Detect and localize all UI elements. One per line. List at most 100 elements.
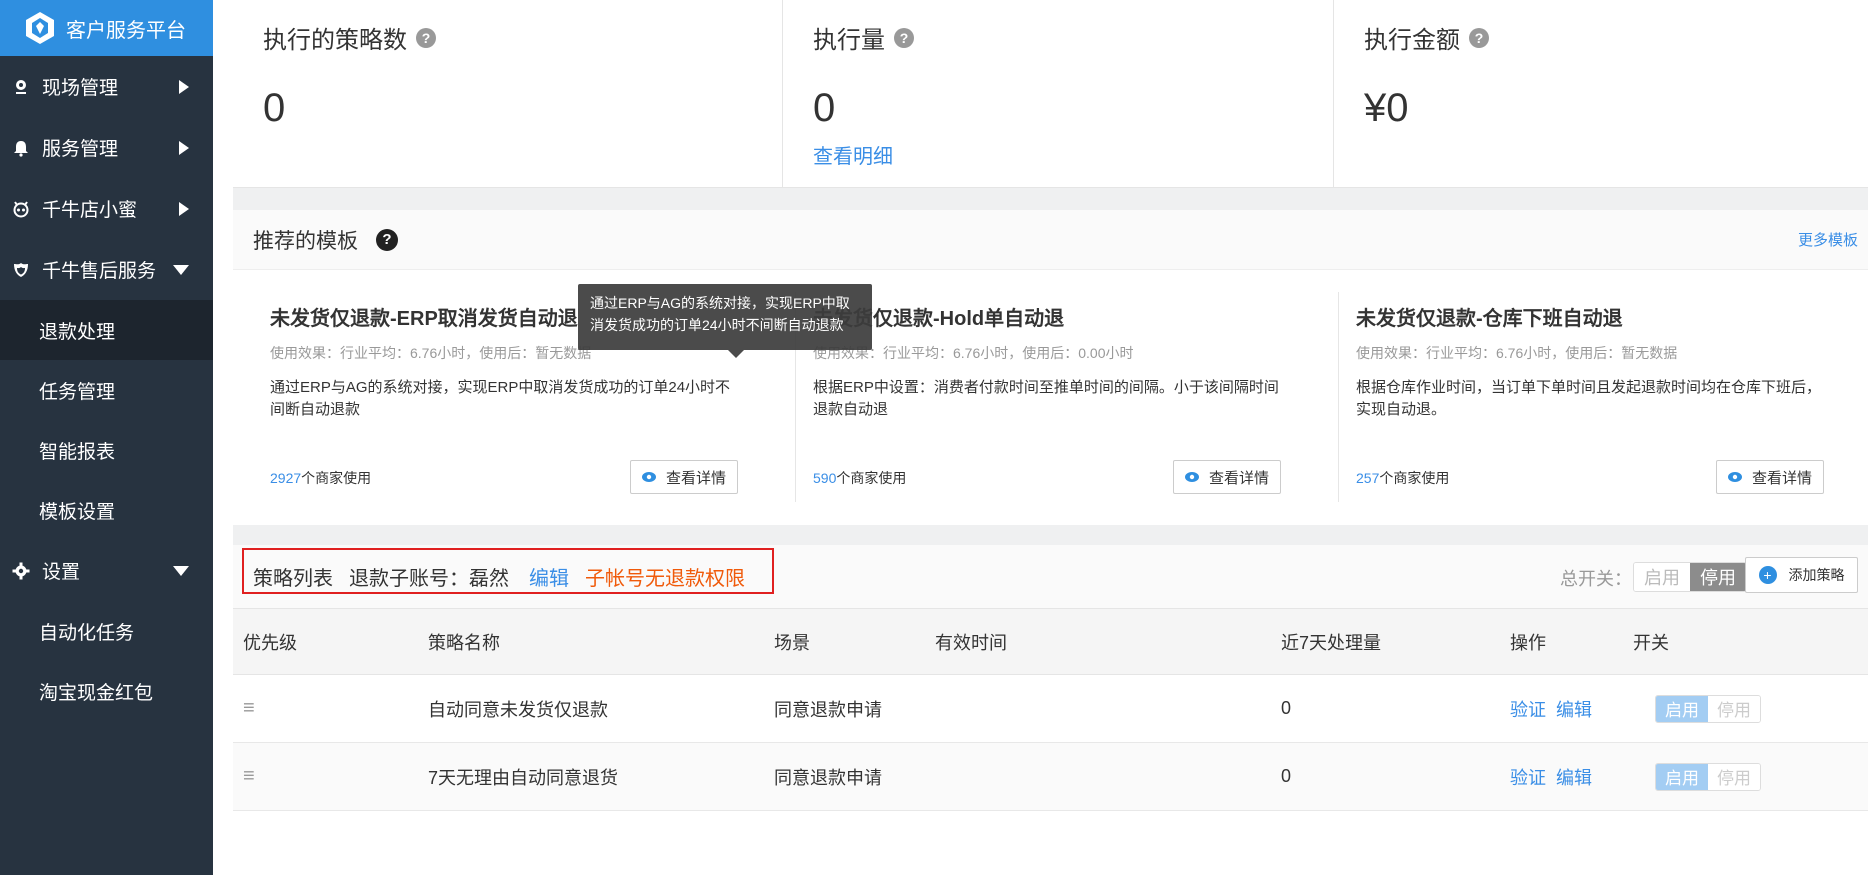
stat-title-wrap: 执行量? bbox=[813, 20, 914, 55]
sidebar-sub-label: 淘宝现金红包 bbox=[39, 682, 154, 704]
row-enable-option[interactable]: 启用 bbox=[1656, 763, 1708, 790]
gear-icon bbox=[12, 562, 30, 579]
user-count[interactable]: 2927 bbox=[270, 470, 301, 486]
row-switch[interactable]: 启用 停用 bbox=[1655, 694, 1761, 723]
plus-icon: + bbox=[1758, 566, 1777, 584]
caret-down-icon bbox=[173, 565, 189, 576]
more-templates-link[interactable]: 更多模板 bbox=[1798, 229, 1858, 250]
template-name: 未发货仅退款-仓库下班自动退 bbox=[1356, 308, 1623, 330]
eye-icon bbox=[1727, 472, 1742, 482]
verify-link[interactable]: 验证 bbox=[1510, 700, 1546, 720]
row-actions: 验证 编辑 bbox=[1510, 764, 1602, 790]
caret-down-icon bbox=[173, 264, 189, 275]
help-icon[interactable]: ? bbox=[894, 27, 914, 48]
template-card: 未发货仅退款-仓库下班自动退 使用效果：行业平均：6.76小时，使用后：暂无数据… bbox=[1338, 292, 1868, 512]
sidebar: 客户服务平台 现场管理 服务管理 千牛店小蜜 千牛售后服务 退款处理 任务管理 … bbox=[0, 0, 213, 875]
sidebar-item-redpacket[interactable]: 淘宝现金红包 bbox=[0, 661, 213, 721]
user-count[interactable]: 590 bbox=[813, 470, 836, 486]
stat-value: ¥0 bbox=[1364, 86, 1409, 130]
strategy-list: 策略列表 退款子账号：磊然 编辑 子帐号无退款权限 总开关： 启用 停用 + 添… bbox=[233, 545, 1868, 834]
row-switch[interactable]: 启用 停用 bbox=[1655, 762, 1761, 791]
add-strategy-label: 添加策略 bbox=[1788, 567, 1845, 583]
user-count[interactable]: 257 bbox=[1356, 470, 1379, 486]
stats-panel: 执行的策略数? 0 执行量? 0 查看明细 执行金额? ¥0 bbox=[233, 0, 1868, 188]
users-suffix: 个商家使用 bbox=[836, 470, 907, 486]
verify-link[interactable]: 验证 bbox=[1510, 768, 1546, 788]
recommended-templates: 推荐的模板 ? 更多模板 未发货仅退款-ERP取消发货自动退 使用效果：行业平均… bbox=[233, 210, 1868, 525]
master-enable-option[interactable]: 启用 bbox=[1634, 563, 1690, 591]
stat-title-wrap: 执行的策略数? bbox=[263, 20, 436, 55]
templates-header: 推荐的模板 ? 更多模板 bbox=[233, 210, 1868, 270]
drag-handle-icon[interactable]: ≡ bbox=[243, 697, 255, 720]
template-desc: 根据仓库作业时间，当订单下单时间且发起退款时间均在仓库下班后，实现自动退。 bbox=[1356, 379, 1822, 418]
strategy-list-header: 策略列表 退款子账号：磊然 编辑 子帐号无退款权限 总开关： 启用 停用 + 添… bbox=[233, 545, 1868, 609]
master-switch[interactable]: 启用 停用 bbox=[1633, 562, 1747, 592]
template-card: 未发货仅退款-Hold单自动退 使用效果：行业平均：6.76小时，使用后：0.0… bbox=[795, 292, 1333, 512]
row-actions: 验证 编辑 bbox=[1510, 696, 1602, 722]
view-details-button[interactable]: 查看详情 bbox=[1716, 460, 1824, 494]
master-switch-label: 总开关： bbox=[1560, 569, 1632, 589]
stat-value: 0 bbox=[813, 86, 836, 130]
templates-title: 推荐的模板 bbox=[253, 229, 358, 253]
view-details-button[interactable]: 查看详情 bbox=[630, 460, 738, 494]
sidebar-sub-label: 退款处理 bbox=[39, 321, 116, 343]
edit-link[interactable]: 编辑 bbox=[1556, 768, 1592, 788]
help-icon[interactable]: ? bbox=[376, 228, 398, 251]
template-users: 257个商家使用 bbox=[1356, 468, 1449, 488]
row-enable-option[interactable]: 启用 bbox=[1656, 695, 1708, 722]
edit-account-link[interactable]: 编辑 bbox=[529, 562, 569, 591]
sidebar-item-aftersales[interactable]: 千牛售后服务 bbox=[0, 239, 213, 300]
row-disable-option[interactable]: 停用 bbox=[1708, 763, 1760, 790]
sidebar-item-onsite[interactable]: 现场管理 bbox=[0, 56, 213, 117]
sidebar-item-automation[interactable]: 自动化任务 bbox=[0, 601, 213, 661]
sidebar-item-label: 千牛售后服务 bbox=[42, 261, 157, 282]
template-users: 590个商家使用 bbox=[813, 468, 906, 488]
sidebar-item-service[interactable]: 服务管理 bbox=[0, 117, 213, 178]
sidebar-item-refund[interactable]: 退款处理 bbox=[0, 300, 213, 360]
refund-account: 退款子账号：磊然 bbox=[349, 568, 509, 590]
column-header: 有效时间 bbox=[935, 632, 1007, 653]
sidebar-item-label: 千牛店小蜜 bbox=[42, 200, 138, 221]
column-header: 策略名称 bbox=[428, 632, 500, 653]
column-header: 场景 bbox=[774, 632, 810, 653]
sidebar-item-tasks[interactable]: 任务管理 bbox=[0, 360, 213, 420]
sidebar-item-assistant[interactable]: 千牛店小蜜 bbox=[0, 178, 213, 239]
content: 执行的策略数? 0 执行量? 0 查看明细 执行金额? ¥0 推荐的模板 ? 更… bbox=[233, 0, 1868, 834]
sidebar-item-reports[interactable]: 智能报表 bbox=[0, 420, 213, 480]
main-area: 执行的策略数? 0 执行量? 0 查看明细 执行金额? ¥0 推荐的模板 ? 更… bbox=[213, 0, 1868, 875]
help-icon[interactable]: ? bbox=[416, 27, 436, 48]
eye-icon bbox=[1184, 472, 1199, 482]
strategy-name: 自动同意未发货仅退款 bbox=[428, 699, 608, 720]
brand-header[interactable]: 客户服务平台 bbox=[0, 0, 213, 56]
master-disable-option[interactable]: 停用 bbox=[1690, 563, 1746, 591]
drag-handle-icon[interactable]: ≡ bbox=[243, 765, 255, 788]
help-icon[interactable]: ? bbox=[1469, 27, 1489, 48]
add-strategy-button[interactable]: + 添加策略 bbox=[1745, 557, 1858, 593]
strategy-scene: 同意退款申请 bbox=[774, 699, 882, 720]
strategy-title-row: 策略列表 退款子账号：磊然 编辑 子帐号无退款权限 bbox=[253, 562, 745, 591]
sidebar-sub-label: 自动化任务 bbox=[39, 622, 135, 644]
users-suffix: 个商家使用 bbox=[1379, 470, 1450, 486]
stat-title: 执行的策略数 bbox=[263, 27, 407, 54]
template-users: 2927个商家使用 bbox=[270, 468, 371, 488]
edit-link[interactable]: 编辑 bbox=[1556, 700, 1592, 720]
strategy-scene: 同意退款申请 bbox=[774, 767, 882, 788]
column-header: 开关 bbox=[1633, 632, 1669, 653]
detail-label: 查看详情 bbox=[665, 469, 726, 487]
stat-strategies: 执行的策略数? 0 bbox=[233, 0, 783, 188]
stat-title-wrap: 执行金额? bbox=[1364, 20, 1489, 55]
table-row: ≡ 7天无理由自动同意退货 同意退款申请 0 验证 编辑 启用 停用 bbox=[233, 743, 1868, 811]
caret-right-icon bbox=[179, 79, 189, 94]
sidebar-item-template-settings[interactable]: 模板设置 bbox=[0, 480, 213, 540]
sidebar-item-label: 现场管理 bbox=[42, 78, 119, 99]
eye-icon bbox=[641, 472, 656, 482]
row-disable-option[interactable]: 停用 bbox=[1708, 695, 1760, 722]
stat-title: 执行量 bbox=[813, 27, 885, 54]
sidebar-item-settings[interactable]: 设置 bbox=[0, 540, 213, 601]
detail-label: 查看详情 bbox=[1208, 469, 1269, 487]
sidebar-item-label: 设置 bbox=[42, 562, 81, 583]
view-details-button[interactable]: 查看详情 bbox=[1173, 460, 1281, 494]
users-suffix: 个商家使用 bbox=[301, 470, 372, 486]
stat-value: 0 bbox=[263, 86, 286, 130]
view-details-link[interactable]: 查看明细 bbox=[813, 140, 893, 169]
